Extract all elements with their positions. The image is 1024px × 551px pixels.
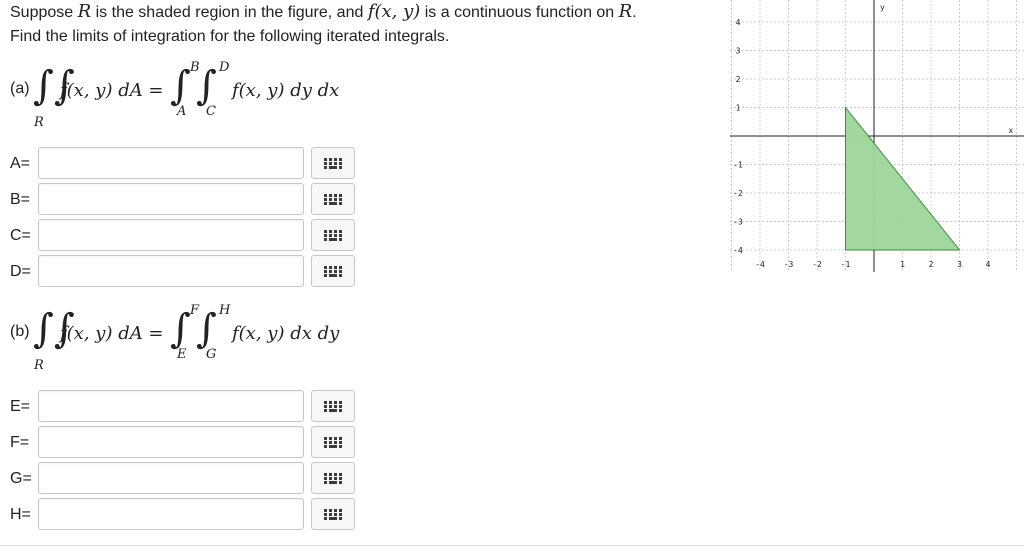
problem-line-2: Find the limits of integration for the f… xyxy=(10,28,450,45)
x-tick-label: -4 xyxy=(755,260,765,269)
math-keypad-icon xyxy=(324,400,342,412)
x-tick-label: -1 xyxy=(841,260,851,269)
x-tick-label: -3 xyxy=(784,260,794,269)
math-keypad-icon xyxy=(324,265,342,277)
y-tick-label: -4 xyxy=(733,246,743,255)
y-tick-label: 4 xyxy=(736,18,741,27)
label-e: E= xyxy=(10,398,31,415)
keypad-button-e[interactable] xyxy=(311,390,355,422)
math-keypad-icon xyxy=(324,472,342,484)
keypad-button-b[interactable] xyxy=(311,183,355,215)
lhs-integrand: f(x, y) dA = xyxy=(60,323,164,344)
region-subscript: R xyxy=(34,358,44,373)
y-tick-label: 2 xyxy=(736,75,741,84)
lower-limit-c: C xyxy=(206,104,216,119)
problem-line-1: Suppose R is the shaded region in the fi… xyxy=(10,1,637,22)
bottom-divider xyxy=(0,545,1024,546)
inner-integral-sign: ∫ xyxy=(196,306,217,352)
keypad-button-h[interactable] xyxy=(311,498,355,530)
part-a-label: (a) xyxy=(10,80,30,97)
label-d: D= xyxy=(10,263,31,280)
keypad-button-d[interactable] xyxy=(311,255,355,287)
answer-field-d[interactable] xyxy=(38,255,304,287)
y-axis-label: y xyxy=(880,3,885,12)
keypad-button-a[interactable] xyxy=(311,147,355,179)
rhs-integrand: f(x, y) dx dy xyxy=(232,323,340,344)
lhs-integrand: f(x, y) dA = xyxy=(60,80,164,101)
y-tick-label: -1 xyxy=(733,161,743,170)
upper-limit-d: D xyxy=(219,60,230,75)
answer-field-b[interactable] xyxy=(38,183,304,215)
x-tick-label: -2 xyxy=(812,260,822,269)
lower-limit-g: G xyxy=(206,347,217,362)
region-graph: -4 -3 -2 -1 1 2 3 4 4 3 2 1 -1 -2 -3 -4 x y xyxy=(730,0,1024,272)
y-tick-label: 3 xyxy=(736,47,741,56)
x-axis-label: x xyxy=(1008,126,1013,135)
answer-field-h[interactable] xyxy=(38,498,304,530)
y-tick-label: -2 xyxy=(733,189,743,198)
x-tick-label: 1 xyxy=(900,260,905,269)
lower-limit-e: E xyxy=(177,347,187,362)
answer-field-a[interactable] xyxy=(38,147,304,179)
part-b-label: (b) xyxy=(10,323,30,340)
label-a: A= xyxy=(10,155,31,172)
rhs-integrand: f(x, y) dy dx xyxy=(232,80,340,101)
keypad-button-f[interactable] xyxy=(311,426,355,458)
problem-statement: Suppose R is the shaded region in the fi… xyxy=(10,0,637,49)
outer-integral-sign: ∫ xyxy=(170,306,191,352)
math-keypad-icon xyxy=(324,508,342,520)
math-keypad-icon xyxy=(324,193,342,205)
answer-field-f[interactable] xyxy=(38,426,304,458)
inner-integral-sign: ∫ xyxy=(196,63,217,109)
answer-field-g[interactable] xyxy=(38,462,304,494)
x-tick-label: 3 xyxy=(957,260,962,269)
math-keypad-icon xyxy=(324,157,342,169)
math-keypad-icon xyxy=(324,436,342,448)
label-g: G= xyxy=(10,470,32,487)
x-tick-label: 4 xyxy=(986,260,991,269)
math-keypad-icon xyxy=(324,229,342,241)
label-f: F= xyxy=(10,434,30,451)
x-tick-label: 2 xyxy=(929,260,934,269)
keypad-button-g[interactable] xyxy=(311,462,355,494)
y-tick-label: -3 xyxy=(733,218,743,227)
keypad-button-c[interactable] xyxy=(311,219,355,251)
answer-field-c[interactable] xyxy=(38,219,304,251)
label-h: H= xyxy=(10,506,31,523)
y-tick-label: 1 xyxy=(736,104,741,113)
answer-field-e[interactable] xyxy=(38,390,304,422)
label-c: C= xyxy=(10,227,31,244)
region-subscript: R xyxy=(34,115,44,130)
lower-limit-a: A xyxy=(177,104,187,119)
label-b: B= xyxy=(10,191,31,208)
upper-limit-h: H xyxy=(219,303,231,318)
outer-integral-sign: ∫ xyxy=(170,63,191,109)
